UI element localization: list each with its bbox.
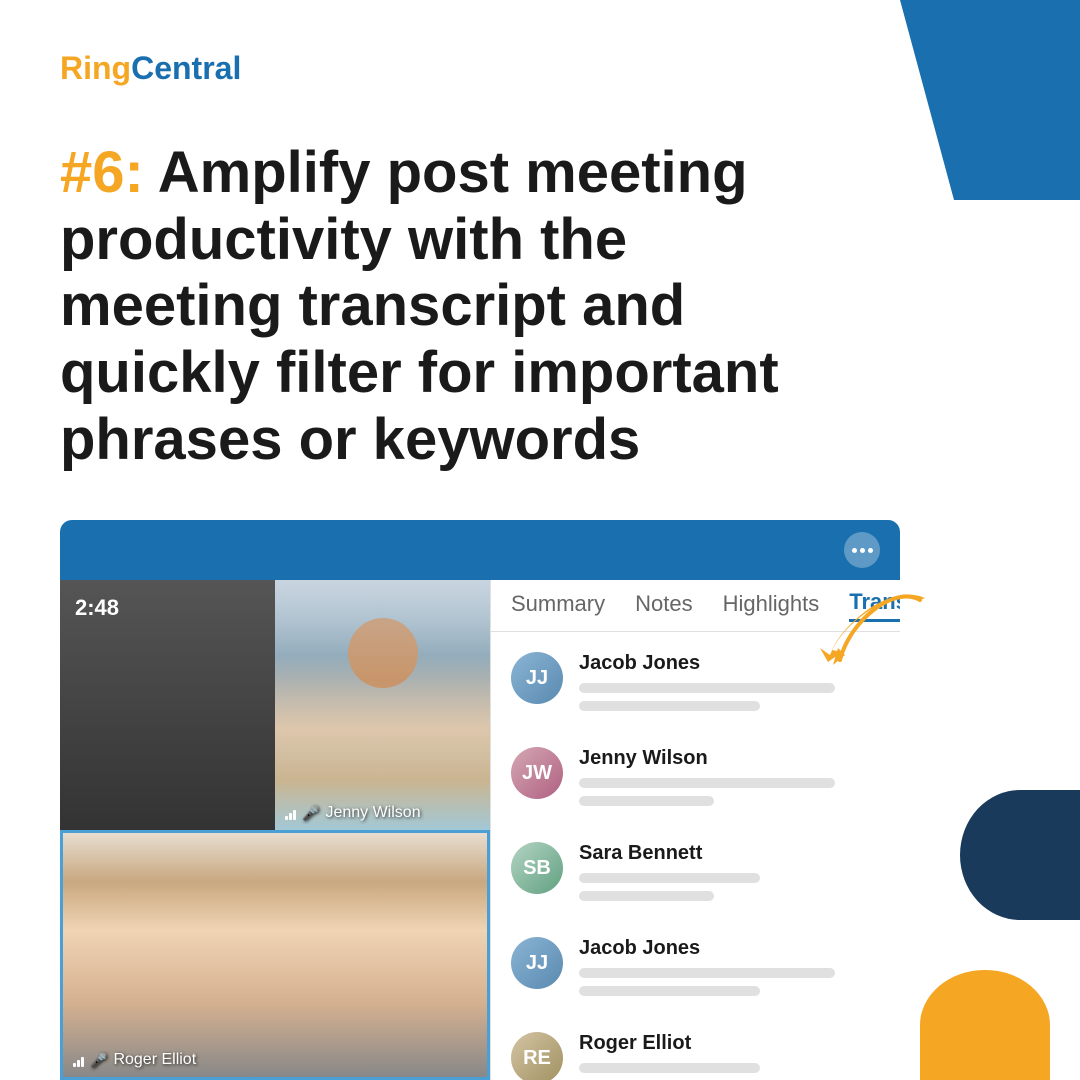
person-male-photo	[63, 833, 487, 1077]
video-row-roger: 🎤 Roger Elliot	[60, 830, 490, 1080]
logo: RingCentral	[60, 50, 241, 87]
avatar-jenny-wilson: JW	[511, 747, 563, 799]
avatar-sara-bennett: SB	[511, 842, 563, 894]
person-female-photo	[275, 580, 490, 830]
speaker-jenny-wilson: Jenny Wilson	[579, 747, 880, 770]
logo-central: Central	[131, 50, 241, 87]
bar-2	[289, 813, 292, 820]
bar-r1	[73, 1063, 76, 1067]
title-body: Amplify post meeting productivity with t…	[60, 140, 779, 472]
page-title: #6: Amplify post meeting productivity wi…	[60, 140, 860, 473]
tab-notes[interactable]: Notes	[635, 591, 692, 621]
header: RingCentral	[60, 50, 241, 87]
dot-1	[852, 548, 857, 553]
transcript-item-roger: RE Roger Elliot	[511, 1032, 880, 1080]
avatar-roger-elliot: RE	[511, 1032, 563, 1080]
title-area: #6: Amplify post meeting productivity wi…	[60, 140, 860, 473]
speaker-roger-elliot: Roger Elliot	[579, 1032, 880, 1055]
avatar-jacob-jones-2: JJ	[511, 937, 563, 989]
text-line-7	[579, 968, 835, 978]
signal-icon	[285, 806, 296, 820]
video-grid: 🎤 Jenny Wilson 🎤 Roger Elliot	[60, 580, 490, 1080]
roger-elliot-label: 🎤 Roger Elliot	[73, 1051, 196, 1069]
tab-summary[interactable]: Summary	[511, 591, 605, 621]
roger-elliot-name: Roger Elliot	[113, 1051, 196, 1069]
logo-ring: Ring	[60, 50, 131, 87]
jenny-wilson-label: 🎤 Jenny Wilson	[285, 804, 421, 822]
call-time: 2:48	[75, 595, 119, 621]
video-row-top: 🎤 Jenny Wilson	[60, 580, 490, 830]
app-bar	[60, 520, 900, 580]
decorative-shape-top-right	[900, 0, 1080, 200]
transcript-content-jacob2: Jacob Jones	[579, 937, 880, 1004]
text-line-5	[579, 873, 760, 883]
speaker-jacob-jones-2: Jacob Jones	[579, 937, 880, 960]
transcript-item-jacob2: JJ Jacob Jones	[511, 937, 880, 1004]
bar-3	[293, 810, 296, 820]
text-line-6	[579, 891, 714, 901]
speaker-sara-bennett: Sara Bennett	[579, 842, 880, 865]
video-cell-jenny: 🎤 Jenny Wilson	[275, 580, 490, 830]
mic-icon-roger: 🎤	[90, 1052, 107, 1069]
title-number: #6:	[60, 140, 144, 205]
bar-r3	[81, 1057, 84, 1067]
dot-3	[868, 548, 873, 553]
transcript-item-jenny: JW Jenny Wilson	[511, 747, 880, 814]
mic-icon: 🎤	[302, 805, 319, 822]
signal-icon-roger	[73, 1053, 84, 1067]
jenny-wilson-name: Jenny Wilson	[325, 804, 420, 822]
arrow-decoration	[740, 580, 940, 680]
text-line-9	[579, 1063, 760, 1073]
transcript-list: JJ Jacob Jones JW Jenny Wilson SB S	[491, 632, 900, 1080]
text-line-4	[579, 796, 714, 806]
bar-r2	[77, 1060, 80, 1067]
transcript-item-sara: SB Sara Bennett	[511, 842, 880, 909]
bar-1	[285, 816, 288, 820]
text-line-1	[579, 683, 835, 693]
text-line-3	[579, 778, 835, 788]
video-panel: 2:48 🎤 Jenny Wilson	[60, 580, 490, 1080]
text-line-2	[579, 701, 760, 711]
text-line-8	[579, 986, 760, 996]
dot-2	[860, 548, 865, 553]
avatar-jacob-jones: JJ	[511, 652, 563, 704]
transcript-content-roger: Roger Elliot	[579, 1032, 880, 1080]
menu-dots-button[interactable]	[844, 532, 880, 568]
transcript-content-jenny: Jenny Wilson	[579, 747, 880, 814]
transcript-content-sara: Sara Bennett	[579, 842, 880, 909]
